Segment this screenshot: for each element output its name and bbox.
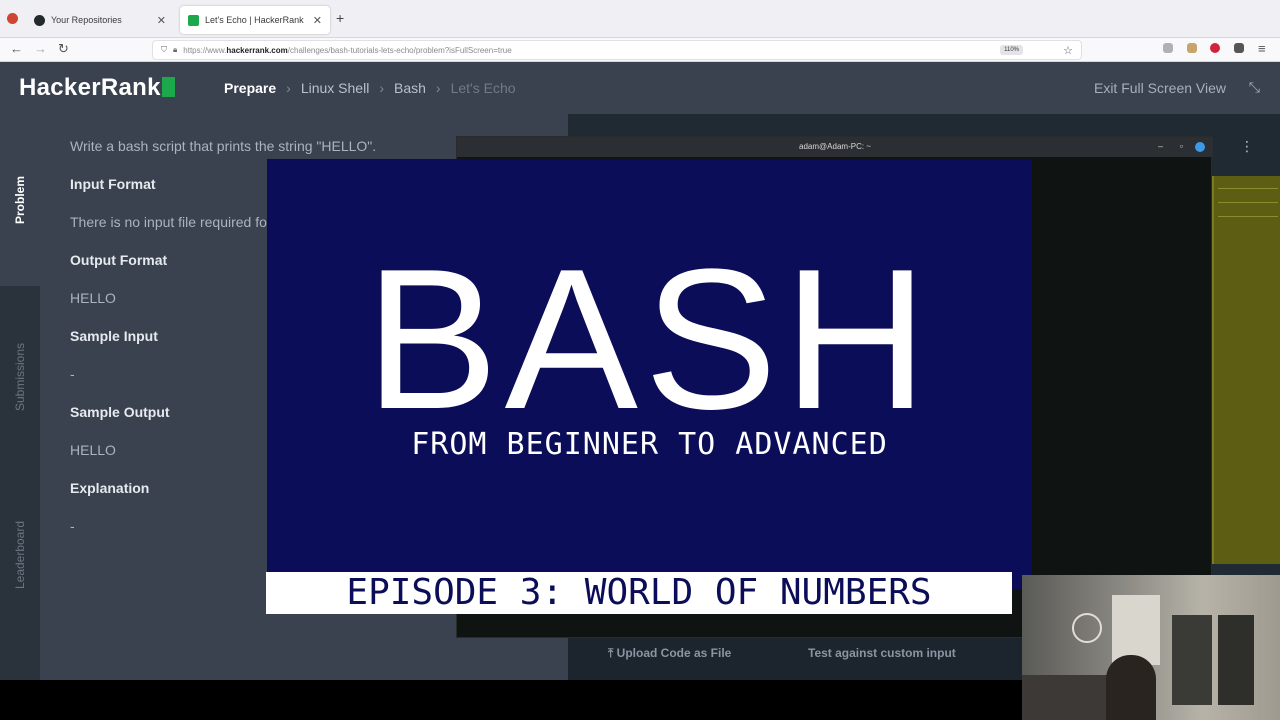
browser-tab-bar: Your Repositories ✕ Let's Echo | HackerR… (0, 0, 1280, 38)
extension-icon[interactable] (1234, 43, 1244, 53)
more-options-icon[interactable]: ⋮ (1240, 138, 1254, 155)
close-icon[interactable] (1195, 142, 1205, 152)
problem-statement: Write a bash script that prints the stri… (70, 138, 377, 154)
chevron-right-icon: › (379, 80, 384, 96)
input-format-heading: Input Format (70, 176, 156, 192)
doorway (1172, 615, 1212, 705)
url-bar[interactable]: ⛉ 🔒︎ https://www. hackerrank.com/challeng… (152, 40, 1082, 60)
maximize-icon[interactable]: ▫ (1180, 141, 1183, 151)
new-tab-button[interactable]: + (336, 10, 344, 26)
zoom-level[interactable]: 110% (1000, 45, 1023, 55)
output-format-heading: Output Format (70, 252, 168, 268)
collapse-icon[interactable]: ⤡ (1249, 79, 1260, 96)
bookmark-star-icon[interactable]: ☆ (1063, 44, 1073, 57)
doorway (1218, 615, 1254, 705)
sample-input-text: - (70, 366, 75, 382)
close-icon[interactable]: ✕ (157, 14, 166, 27)
webcam-feed (1022, 575, 1280, 720)
adblock-icon[interactable] (1210, 43, 1220, 53)
tab-label: Let's Echo | HackerRank (205, 15, 304, 25)
title-card: BASH FROM BEGINNER TO ADVANCED (267, 159, 1032, 589)
extension-icon[interactable] (1187, 43, 1197, 53)
breadcrumb-bash[interactable]: Bash (394, 80, 426, 96)
breadcrumb-linux-shell[interactable]: Linux Shell (301, 80, 370, 96)
tab-problem[interactable]: Problem (0, 114, 40, 286)
tab-lets-echo[interactable]: Let's Echo | HackerRank ✕ (180, 6, 330, 34)
breadcrumb: Prepare › Linux Shell › Bash › Let's Ech… (224, 80, 516, 96)
minimize-icon[interactable]: – (1158, 141, 1163, 151)
exit-fullscreen-button[interactable]: Exit Full Screen View (1094, 80, 1226, 96)
upload-code-button[interactable]: ⤒ Upload Code as File (608, 646, 731, 661)
wall-clock (1072, 613, 1102, 643)
tab-label: Your Repositories (51, 15, 122, 25)
github-icon (34, 14, 45, 26)
upload-icon: ⤒ (608, 646, 614, 660)
forward-icon[interactable]: → (34, 41, 47, 56)
lock-icon: 🔒︎ (173, 45, 178, 54)
explanation-text: - (70, 518, 75, 534)
editor-highlight-strip (1212, 176, 1280, 564)
hackerrank-icon (188, 14, 199, 26)
terminal-title: adam@Adam-PC: ~ (457, 137, 1213, 157)
reload-icon[interactable]: ↻ (58, 41, 69, 57)
url-prefix: https://www. (183, 45, 227, 55)
hackerrank-logo[interactable]: HackerRank (19, 74, 175, 102)
subtitle: FROM BEGINNER TO ADVANCED (411, 427, 888, 462)
sofa (1022, 675, 1112, 720)
sample-input-heading: Sample Input (70, 328, 158, 344)
hackerrank-header: HackerRank Prepare › Linux Shell › Bash … (0, 62, 1280, 114)
shield-icon: ⛉ (161, 45, 167, 54)
back-icon[interactable]: ← (10, 41, 23, 56)
chevron-right-icon: › (435, 80, 441, 96)
url-path: /challenges/bash-tutorials-lets-echo/pro… (287, 45, 512, 55)
url-domain: hackerrank.com (226, 45, 288, 55)
presenter (1106, 655, 1156, 720)
pocket-icon[interactable] (1163, 43, 1173, 53)
sample-output-text: HELLO (70, 442, 116, 458)
episode-banner: EPISODE 3: WORLD OF NUMBERS (266, 572, 1012, 614)
breadcrumb-lets-echo: Let's Echo (450, 80, 516, 96)
menu-icon[interactable]: ≡ (1258, 41, 1266, 56)
close-icon[interactable]: ✕ (313, 14, 322, 27)
test-custom-input-checkbox[interactable]: Test against custom input (808, 646, 956, 660)
tab-your-repositories[interactable]: Your Repositories ✕ (26, 6, 174, 34)
tab-submissions[interactable]: Submissions (0, 292, 40, 462)
tab-leaderboard[interactable]: Leaderboard (0, 470, 40, 640)
firefox-icon[interactable] (7, 13, 18, 24)
breadcrumb-prepare[interactable]: Prepare (224, 80, 276, 96)
title-bash: BASH (365, 228, 934, 451)
output-format-text: HELLO (70, 290, 116, 306)
sample-output-heading: Sample Output (70, 404, 170, 420)
explanation-heading: Explanation (70, 480, 150, 496)
chevron-right-icon: › (286, 80, 291, 96)
browser-nav-bar: ← → ↻ ⛉ 🔒︎ https://www. hackerrank.com/ch… (0, 38, 1280, 62)
problem-side-tabs: Problem Submissions Leaderboard (0, 114, 40, 680)
